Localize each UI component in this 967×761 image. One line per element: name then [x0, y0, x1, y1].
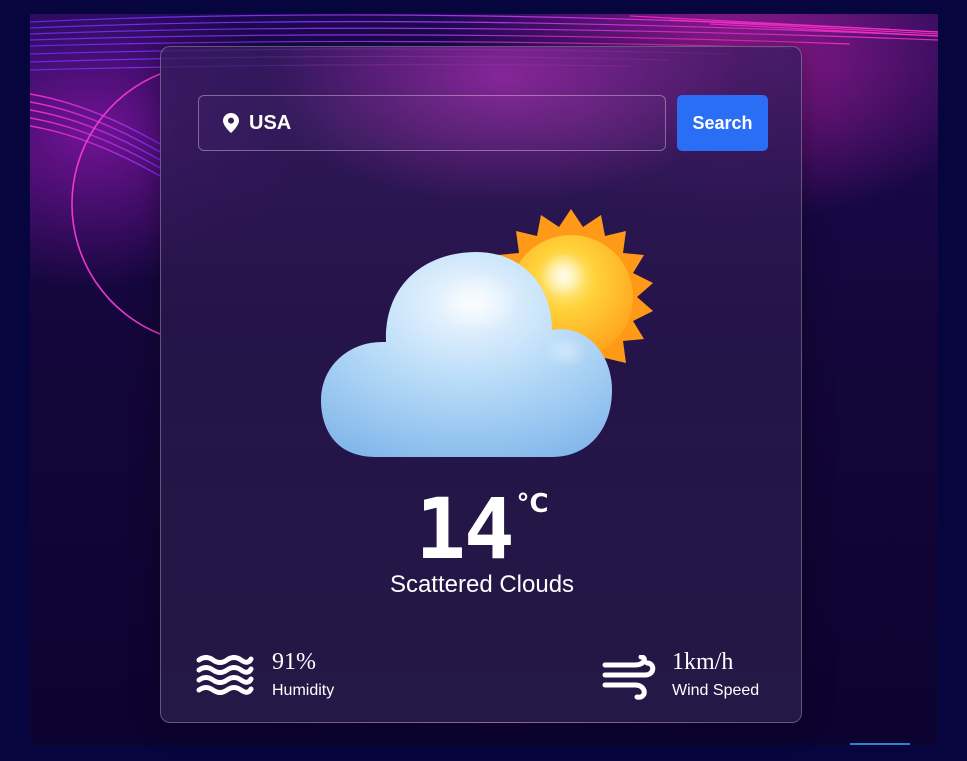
sun-behind-cloud-icon: [321, 209, 653, 457]
humidity-stat: 91% Humidity: [196, 647, 396, 703]
humidity-label: Humidity: [272, 682, 335, 699]
water-waves-icon: [196, 655, 254, 695]
weather-card: Search: [160, 46, 802, 723]
temperature-value: 14: [415, 480, 514, 578]
temperature-display: 14 °C: [161, 480, 801, 578]
temperature-unit: °C: [516, 489, 549, 519]
wind-icon: [602, 655, 656, 700]
weather-description: Scattered Clouds: [389, 571, 575, 598]
wind-label: Wind Speed: [672, 682, 760, 699]
location-pin-icon: [223, 113, 239, 133]
search-field[interactable]: [198, 95, 666, 151]
search-button[interactable]: Search: [677, 95, 768, 151]
wind-value: 1km/h: [672, 649, 734, 675]
humidity-value: 91%: [272, 649, 316, 675]
app-root: Search: [0, 0, 967, 761]
wind-stat: 1km/h Wind Speed: [601, 647, 781, 703]
search-input[interactable]: [249, 106, 649, 140]
